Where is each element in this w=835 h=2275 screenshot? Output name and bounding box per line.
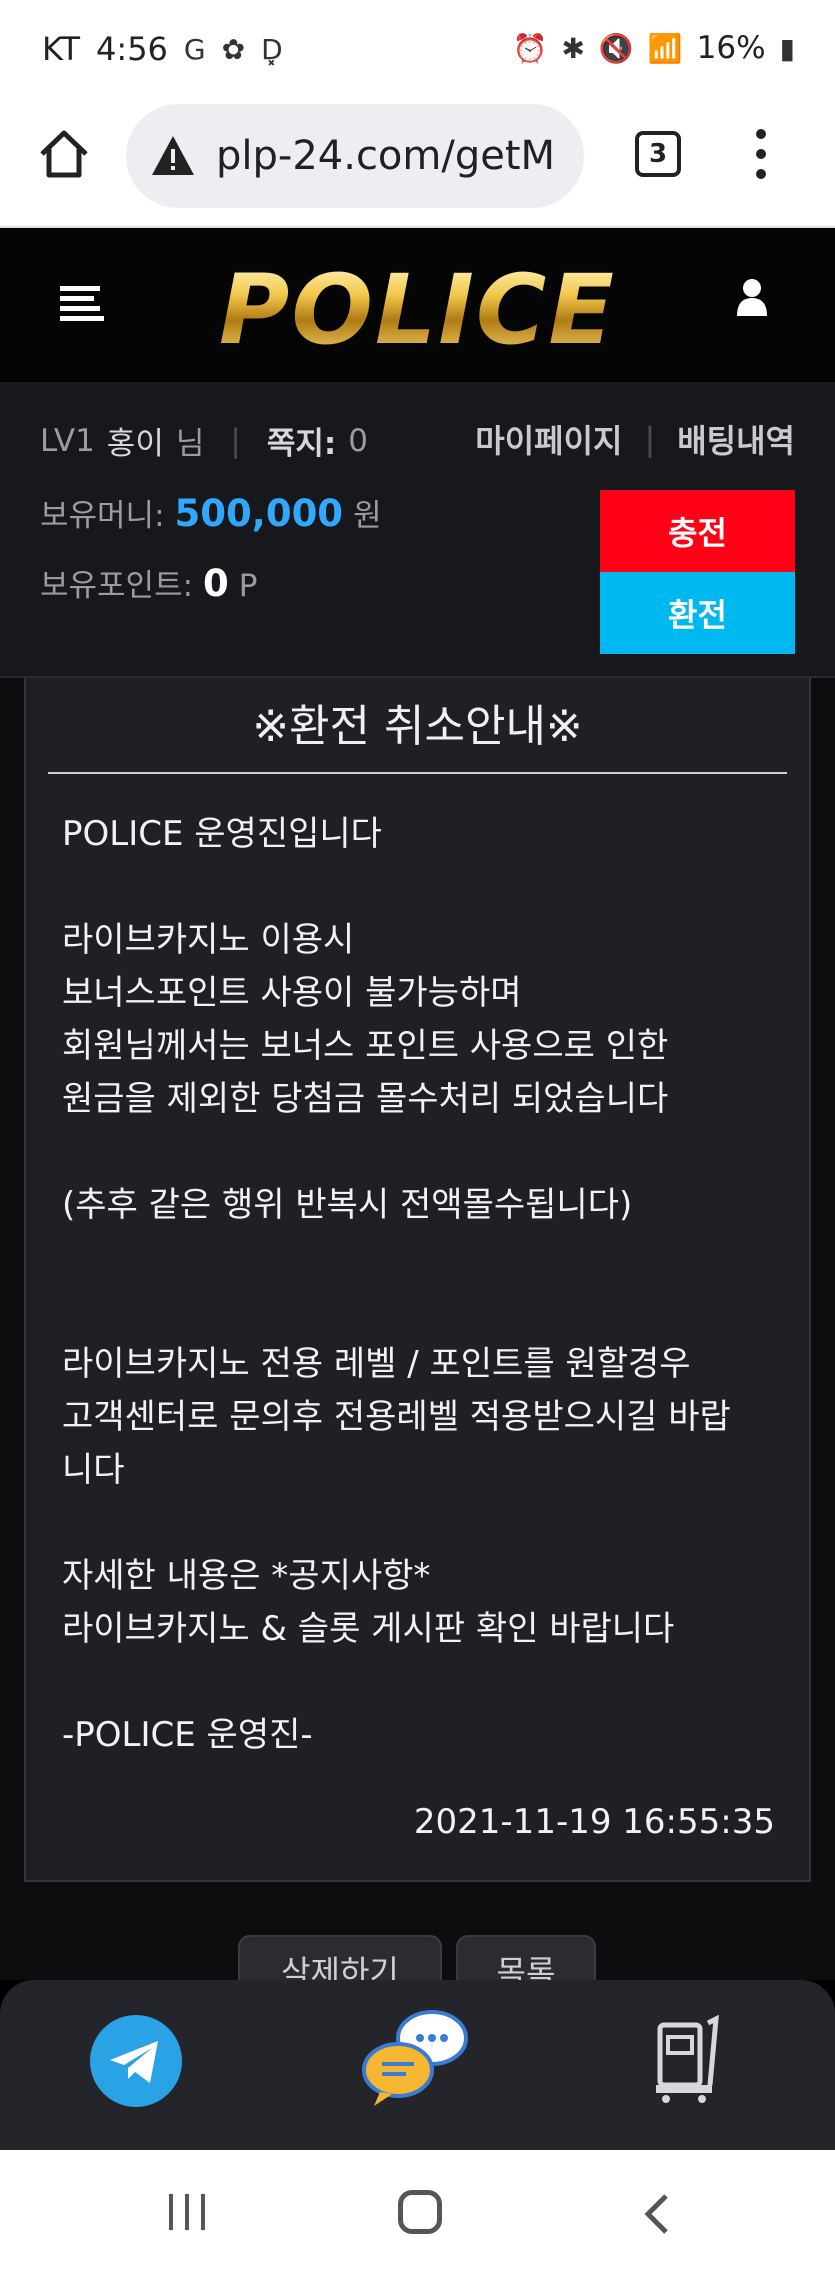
user-name: 홍이	[106, 426, 164, 462]
notice-line	[62, 861, 782, 914]
divider: |	[644, 420, 656, 458]
wifi-icon: 📶	[647, 31, 683, 65]
quick-menu-bar	[0, 1980, 835, 2150]
notice-line: -POLICE 운영진-	[62, 1715, 313, 1755]
telegram-icon[interactable]	[90, 2015, 182, 2107]
divider: |	[230, 422, 241, 459]
battery-icon: ▮	[779, 31, 795, 65]
home-icon[interactable]	[34, 124, 94, 184]
notice-card: ※환전 취소안내※ POLICE 운영진입니다 라이브카지노 이용시 보너스포인…	[24, 678, 811, 1882]
carrier-label: KT	[42, 30, 81, 68]
mute-icon: 🔇	[598, 31, 634, 65]
alarm-icon: ⏰	[512, 31, 548, 65]
notice-body: POLICE 운영진입니다 라이브카지노 이용시 보너스포인트 사용이 불가능하…	[62, 808, 782, 1762]
back-icon[interactable]	[640, 2192, 672, 2236]
bluetooth-icon: ✱	[561, 31, 585, 65]
notice-line	[62, 1497, 782, 1550]
money-label: 보유머니:	[40, 498, 165, 534]
fan-icon: ✿	[221, 32, 246, 66]
point-label: 보유포인트:	[40, 568, 194, 604]
notice-line: 원금을 제외한 당첨금 몰수처리 되었습니다	[62, 1079, 669, 1119]
status-bar: KT 4:56 G ✿ D͓ ⏰ ✱ 🔇 📶 16% ▮	[0, 0, 835, 100]
chat-support-icon[interactable]	[360, 2008, 470, 2108]
user-level: LV1	[40, 422, 95, 459]
notice-line: 고객센터로 문의후 전용레벨 적용받으시길 바랍	[62, 1397, 731, 1437]
user-info-panel: LV1 홍이 님 | 쪽지: 0 마이페이지 | 배팅내역 보유머니: 500,…	[0, 382, 835, 678]
status-right: ⏰ ✱ 🔇 📶 16% ▮	[513, 30, 795, 66]
warning-icon	[152, 136, 194, 175]
user-icon[interactable]	[736, 278, 768, 318]
notice-title: ※환전 취소안내※	[252, 701, 583, 752]
message-label[interactable]: 쪽지:	[267, 418, 336, 463]
home-nav-icon[interactable]	[398, 2190, 442, 2234]
notice-line: (추후 같은 행위 반복시 전액몰수됩니다)	[62, 1185, 633, 1225]
bet-history-link[interactable]: 배팅내역	[677, 416, 795, 462]
notice-line: 보너스포인트 사용이 불가능하며	[62, 973, 522, 1013]
android-navigation-bar	[0, 2150, 835, 2275]
notice-line: 회원님께서는 보너스 포인트 사용으로 인한	[62, 1026, 669, 1066]
exchange-button[interactable]: 환전	[600, 572, 795, 654]
notice-date: 2021-11-19 16:55:35	[413, 1802, 775, 1842]
notice-line: 라이브카지노 전용 레벨 / 포인트를 원할경우	[62, 1344, 691, 1384]
charge-button[interactable]: 충전	[600, 490, 795, 572]
user-honorific: 님	[175, 426, 205, 462]
dx-icon: D͓	[261, 32, 283, 66]
site-logo[interactable]: POLICE	[0, 260, 835, 360]
point-unit: P	[238, 568, 258, 604]
money-balance: 보유머니: 500,000 원	[40, 490, 382, 535]
more-menu-icon[interactable]	[750, 128, 772, 180]
mypage-link[interactable]: 마이페이지	[475, 416, 622, 462]
notice-line: 자세한 내용은 *공지사항*	[62, 1556, 431, 1596]
point-value: 0	[203, 562, 229, 605]
notice-line	[62, 1656, 782, 1709]
tab-switcher-button[interactable]: 3	[635, 131, 681, 177]
user-summary: LV1 홍이 님 | 쪽지: 0	[40, 418, 368, 463]
recent-apps-icon[interactable]	[165, 2192, 209, 2232]
site-header: POLICE	[0, 230, 835, 380]
point-balance: 보유포인트: 0 P	[40, 560, 258, 605]
clock: 4:56	[96, 30, 168, 68]
address-bar[interactable]: plp-24.com/getM	[126, 104, 584, 208]
browser-toolbar: plp-24.com/getM 3	[0, 100, 835, 228]
message-count[interactable]: 0	[348, 423, 368, 459]
slot-machine-icon[interactable]	[652, 2015, 724, 2105]
notice-line: 니다	[62, 1450, 125, 1490]
money-value: 500,000	[174, 492, 344, 535]
notice-divider	[48, 772, 787, 774]
status-left: KT 4:56 G ✿ D͓	[42, 30, 283, 68]
notice-line: POLICE 운영진입니다	[62, 814, 382, 854]
notice-line	[62, 1126, 782, 1179]
notice-line	[62, 1232, 782, 1285]
notice-line	[62, 1285, 782, 1338]
notice-line: 라이브카지노 & 슬롯 게시판 확인 바랍니다	[62, 1609, 675, 1649]
notice-line: 라이브카지노 이용시	[62, 920, 355, 960]
money-unit: 원	[353, 498, 382, 534]
google-icon: G	[183, 32, 206, 66]
url-text: plp-24.com/getM	[216, 133, 556, 179]
account-links: 마이페이지 | 배팅내역	[475, 416, 795, 462]
battery-level: 16%	[696, 30, 766, 66]
